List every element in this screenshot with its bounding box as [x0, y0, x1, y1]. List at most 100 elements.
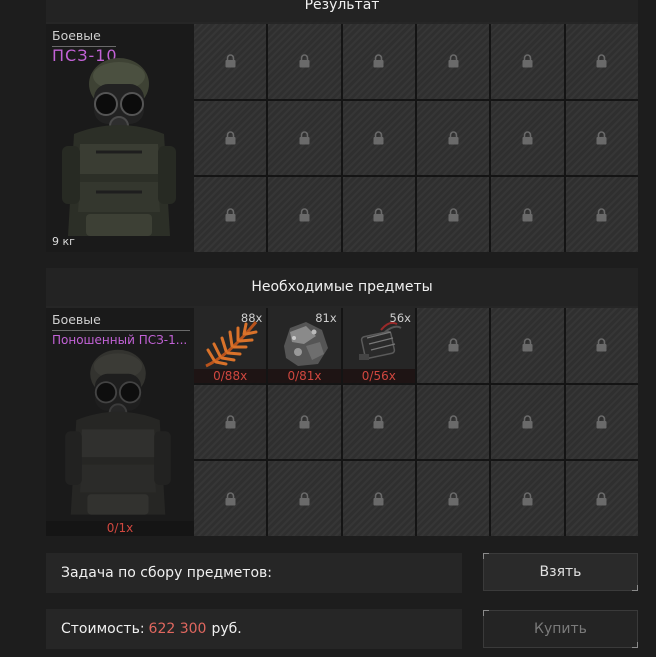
locked-slot: [491, 177, 564, 252]
buy-button-label: Купить: [534, 621, 587, 637]
locked-slot: [417, 384, 490, 460]
result-item-weight: 9 кг: [52, 235, 75, 248]
lock-icon: [373, 491, 384, 506]
corner-accent: [632, 585, 638, 591]
locked-slot: [268, 24, 341, 99]
locked-slot: [565, 384, 638, 460]
lock-icon: [373, 131, 384, 145]
lock-icon: [522, 338, 533, 352]
required-slot-grid: 88x 0/88x 81x 0/81x 56x 0/56x: [194, 308, 638, 536]
lock-icon: [596, 54, 607, 68]
material-slot-ore[interactable]: 81x 0/81x: [268, 308, 341, 383]
lock-icon: [448, 54, 459, 68]
material-quantity: 81x: [315, 311, 337, 325]
locked-slot: [417, 461, 490, 536]
lock-icon: [448, 338, 459, 352]
lock-icon: [522, 207, 533, 222]
lock-icon: [225, 207, 236, 222]
armor-icon: [62, 58, 176, 236]
lock-icon: [299, 207, 310, 222]
required-title: Необходимые предметы: [251, 279, 433, 295]
lock-icon: [373, 415, 384, 429]
locked-slot: [565, 308, 638, 383]
locked-slot: [268, 177, 341, 252]
locked-slot: [268, 461, 341, 536]
locked-slot: [268, 384, 341, 460]
locked-slot: [491, 384, 564, 460]
lock-icon: [596, 338, 607, 352]
cost-label: Стоимость:: [61, 621, 145, 637]
lock-icon: [448, 131, 459, 145]
locked-slot: [342, 177, 415, 252]
lock-icon: [373, 54, 384, 68]
lock-icon: [596, 415, 607, 429]
locked-slot: [417, 308, 490, 383]
locked-slot: [565, 177, 638, 252]
locked-slot: [565, 461, 638, 536]
locked-slot: [491, 100, 564, 176]
material-slot-fern[interactable]: 88x 0/88x: [194, 308, 267, 383]
corner-accent: [483, 553, 489, 559]
locked-slot: [342, 384, 415, 460]
lock-icon: [448, 415, 459, 429]
result-item-card[interactable]: Боевые ПСЗ-10 9 кг: [46, 24, 194, 252]
material-requirement: 0/81x: [268, 368, 341, 383]
locked-slot: [194, 177, 267, 252]
locked-slot: [565, 100, 638, 176]
lock-icon: [596, 207, 607, 222]
lock-icon: [522, 131, 533, 145]
collection-task-bar: Задача по сбору предметов:: [46, 553, 462, 593]
lock-icon: [299, 131, 310, 145]
material-quantity: 88x: [240, 311, 263, 325]
lock-icon: [225, 131, 236, 145]
buy-button[interactable]: Купить: [483, 610, 638, 648]
required-item-name: Поношенный ПСЗ-1...: [52, 333, 188, 347]
lock-icon: [522, 415, 533, 429]
locked-slot: [342, 461, 415, 536]
lock-icon: [596, 131, 607, 145]
required-item-category: Боевые: [52, 312, 101, 327]
lock-icon: [225, 54, 236, 68]
locked-slot: [342, 100, 415, 176]
lock-icon: [448, 491, 459, 506]
locked-slot: [417, 177, 490, 252]
lock-icon: [522, 491, 533, 506]
locked-slot: [491, 461, 564, 536]
locked-slot: [194, 384, 267, 460]
take-button[interactable]: Взять: [483, 553, 638, 591]
required-item-card[interactable]: Боевые Поношенный ПСЗ-1... 0/1x: [46, 308, 194, 536]
result-item-category: Боевые: [52, 28, 101, 43]
material-slot-part[interactable]: 56x 0/56x: [342, 308, 415, 383]
armor-icon: [65, 349, 171, 515]
lock-icon: [299, 54, 310, 68]
required-header: Необходимые предметы: [46, 268, 638, 306]
required-item-requirement: 0/1x: [46, 521, 194, 536]
locked-slot: [194, 461, 267, 536]
result-slot-grid: [194, 24, 638, 252]
lock-icon: [448, 207, 459, 222]
locked-slot: [565, 24, 638, 99]
lock-icon: [299, 415, 310, 429]
take-button-label: Взять: [539, 564, 582, 580]
corner-accent: [483, 610, 489, 616]
locked-slot: [417, 100, 490, 176]
task-label: Задача по сбору предметов:: [61, 565, 272, 581]
required-item-divider: [52, 330, 190, 331]
lock-icon: [299, 491, 310, 506]
cost-value: 622 300: [148, 621, 207, 637]
corner-accent: [632, 642, 638, 648]
lock-icon: [225, 491, 236, 506]
locked-slot: [491, 24, 564, 99]
locked-slot: [342, 24, 415, 99]
locked-slot: [491, 308, 564, 383]
material-requirement: 0/88x: [194, 368, 267, 383]
cost-bar: Стоимость: 622 300 руб.: [46, 609, 462, 649]
locked-slot: [194, 24, 267, 99]
material-quantity: 56x: [389, 311, 411, 325]
lock-icon: [596, 491, 607, 506]
locked-slot: [417, 24, 490, 99]
lock-icon: [373, 207, 384, 222]
material-requirement: 0/56x: [342, 368, 415, 383]
result-header: Результат: [46, 0, 638, 22]
lock-icon: [225, 415, 236, 429]
